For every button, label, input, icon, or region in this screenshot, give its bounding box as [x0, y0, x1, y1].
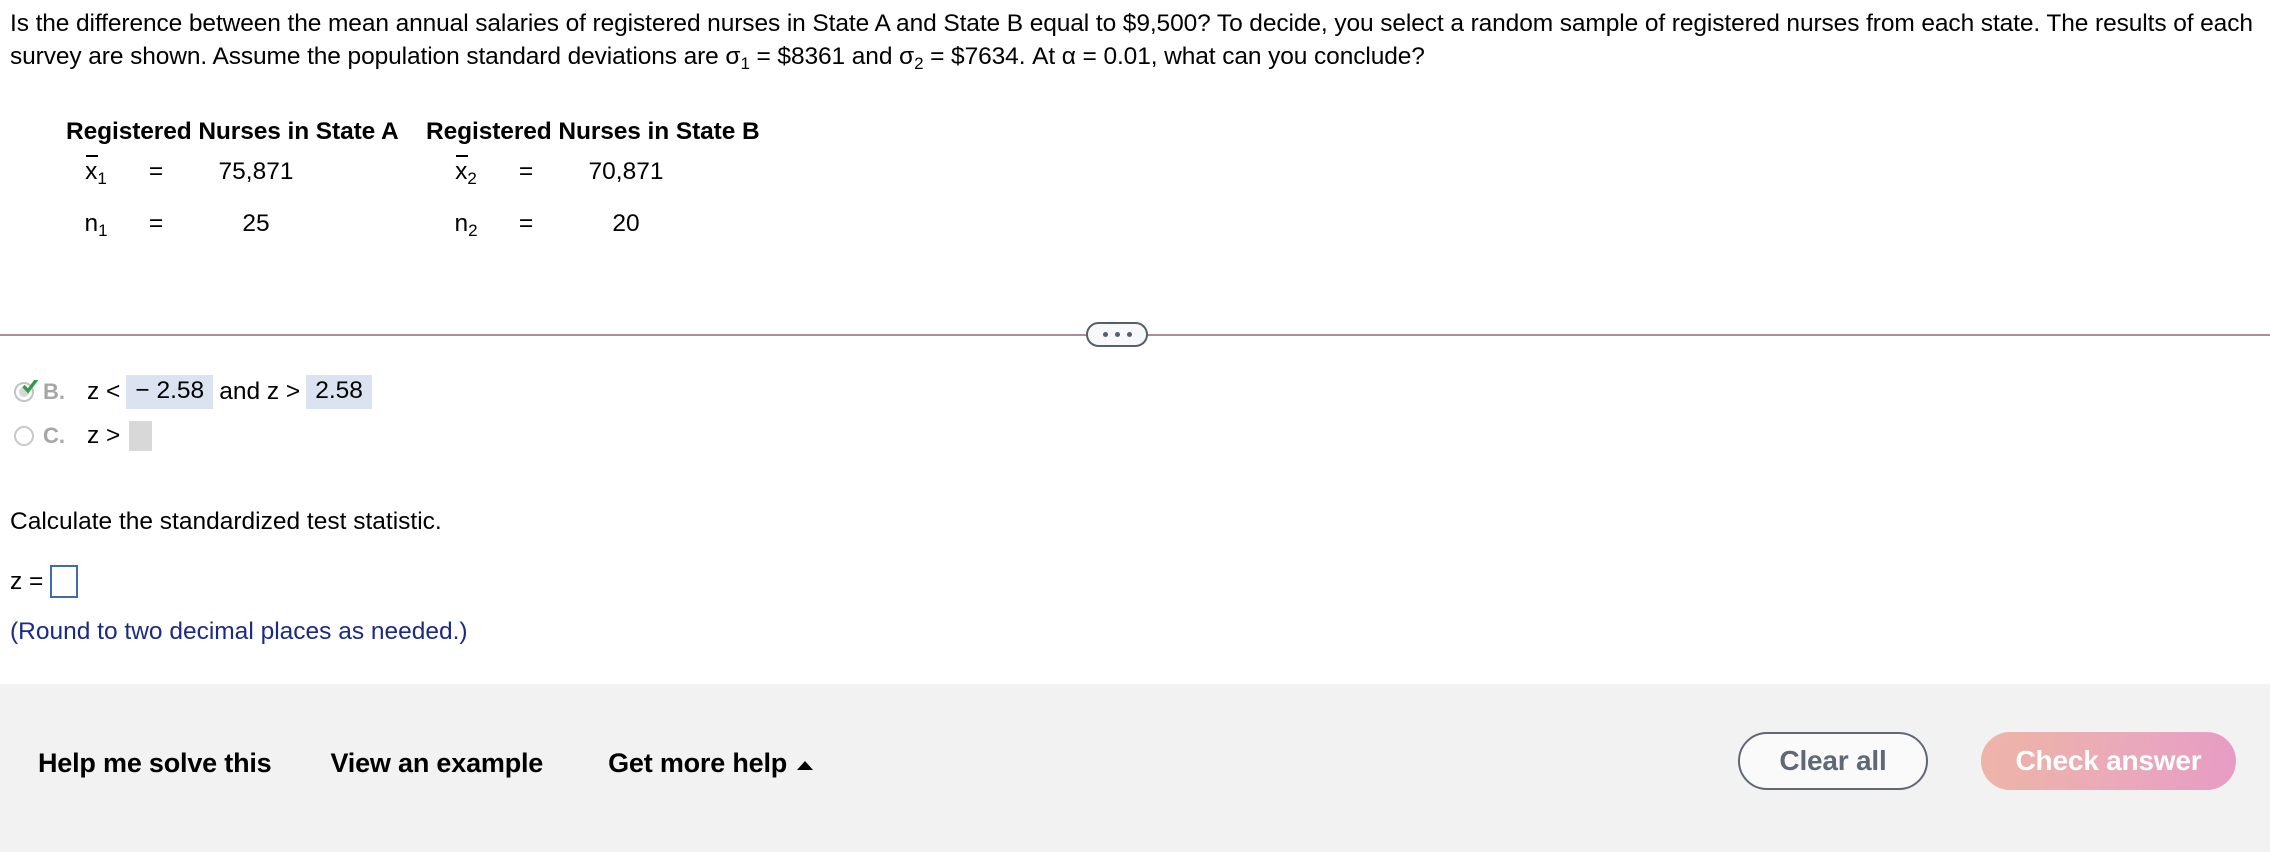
- three-dots-icon[interactable]: [1086, 322, 1148, 347]
- answer-options: B. z < − 2.58 and z > 2.58 C. z >: [14, 370, 378, 458]
- caret-up-icon: [797, 760, 814, 770]
- option-c-prefix: z >: [87, 422, 121, 449]
- row0-equals-a: =: [148, 158, 164, 185]
- table-row: x1 = 75,871 x2 = 70,871: [66, 155, 760, 210]
- question-line-2-part-2: = $8361 and σ: [749, 42, 915, 70]
- option-b-value-2: 2.58: [306, 375, 372, 409]
- option-c-input-box[interactable]: [129, 421, 153, 451]
- row0-symbol-b: x2: [436, 155, 496, 189]
- bottom-toolbar-actions: Clear all Check answer: [1738, 732, 2236, 790]
- green-check-icon: [22, 380, 38, 394]
- sigma1-subscript: 1: [740, 53, 750, 73]
- get-more-help-label: Get more help: [608, 748, 788, 778]
- option-c-body: z >: [87, 421, 153, 451]
- z-input[interactable]: [50, 565, 79, 598]
- data-table-rows: x1 = 75,871 x2 = 70,871 n1 = 25 n2 = 20: [66, 155, 760, 262]
- data-header-state-a: Registered Nurses in State A: [66, 118, 399, 145]
- row1-equals-b: =: [518, 210, 534, 237]
- row1-value-a: 25: [242, 210, 270, 237]
- sample-data-table: Registered Nurses in State A Registered …: [66, 118, 760, 262]
- row1-value-b: 20: [612, 210, 640, 237]
- help-me-solve-this-button[interactable]: Help me solve this: [38, 748, 272, 779]
- get-more-help-button[interactable]: Get more help: [608, 748, 814, 779]
- section-divider: [0, 322, 2270, 348]
- option-c-letter: C.: [43, 423, 65, 448]
- question-line-1: Is the difference between the mean annua…: [10, 10, 2089, 37]
- row1-symbol-a: n1: [84, 210, 108, 240]
- bottom-toolbar-links: Help me solve this View an example Get m…: [38, 748, 814, 779]
- option-b-prefix: z <: [87, 377, 121, 405]
- option-c[interactable]: C. z >: [14, 414, 378, 458]
- check-answer-button[interactable]: Check answer: [1981, 732, 2236, 790]
- z-label: z =: [10, 567, 44, 595]
- option-b-value-1: − 2.58: [126, 375, 214, 409]
- data-header-state-b: Registered Nurses in State B: [426, 118, 760, 145]
- clear-all-button[interactable]: Clear all: [1738, 732, 1928, 790]
- data-table-headers: Registered Nurses in State A Registered …: [66, 118, 760, 146]
- rounding-note: (Round to two decimal places as needed.): [10, 618, 468, 645]
- z-answer-line: z =: [10, 565, 79, 598]
- row1-equals-a: =: [148, 210, 164, 237]
- option-b-body: z < − 2.58 and z > 2.58: [87, 375, 378, 409]
- radio-button-c[interactable]: [14, 426, 34, 446]
- bottom-toolbar: Help me solve this View an example Get m…: [0, 684, 2270, 852]
- option-b-letter: B.: [43, 379, 65, 404]
- row1-symbol-b: n2: [454, 210, 478, 240]
- question-line-2-part-3: = $7634. At α = 0.01, what can you concl…: [923, 42, 1425, 70]
- row0-value-b: 70,871: [588, 158, 664, 185]
- row0-symbol-a: x1: [66, 155, 126, 189]
- radio-button-b[interactable]: [14, 380, 38, 402]
- table-row: n1 = 25 n2 = 20: [66, 210, 760, 262]
- question-stem: Is the difference between the mean annua…: [10, 8, 2260, 75]
- row0-equals-b: =: [518, 158, 534, 185]
- view-an-example-button[interactable]: View an example: [330, 748, 543, 779]
- option-b[interactable]: B. z < − 2.58 and z > 2.58: [14, 370, 378, 414]
- option-b-middle: and z >: [219, 377, 301, 405]
- calculate-instruction: Calculate the standardized test statisti…: [10, 508, 442, 535]
- row0-value-a: 75,871: [218, 158, 294, 185]
